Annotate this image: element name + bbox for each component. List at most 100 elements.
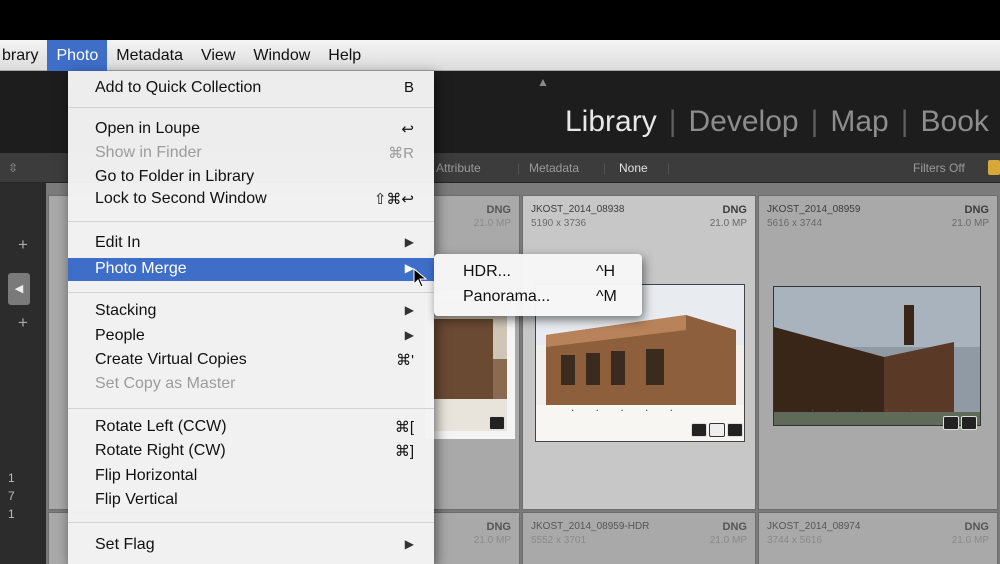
- menu-item-label: Flip Horizontal: [95, 467, 198, 484]
- menu-item-lock-to-second-window[interactable]: Lock to Second Window ⇧⌘↩: [68, 188, 434, 211]
- module-separator: |: [900, 105, 909, 138]
- module-separator: |: [668, 105, 677, 138]
- develop-badge-icon: [691, 423, 707, 437]
- submenu-item-panorama[interactable]: Panorama... ^M: [434, 286, 642, 308]
- count-label: 1: [8, 471, 15, 485]
- menu-divider: [68, 408, 434, 409]
- menu-divider: [68, 522, 434, 523]
- menu-item-label: Set Flag: [95, 536, 155, 553]
- menu-item-label: Add to Quick Collection: [95, 79, 262, 96]
- submenu-arrow-icon: ▶: [404, 328, 414, 342]
- rating-dots[interactable]: . . . . .: [811, 400, 922, 414]
- count-label: 7: [8, 489, 15, 503]
- file-type: DNG: [722, 204, 747, 216]
- menu-divider: [68, 221, 434, 222]
- grid-cell[interactable]: JKOST_2014_08959-HDR DNG 5552 x 3701 21.…: [522, 512, 756, 564]
- file-name: JKOST_2014_08938: [531, 204, 625, 215]
- file-name: JKOST_2014_08974: [767, 521, 861, 532]
- menu-item-label: Set Copy as Master: [95, 375, 236, 392]
- mouse-cursor-icon: [413, 268, 427, 288]
- filter-toggle-icon[interactable]: ⇳: [8, 161, 18, 175]
- menu-item-shortcut: ⇧⌘↩: [373, 191, 414, 208]
- menu-item-open-in-loupe[interactable]: Open in Loupe ↩: [68, 118, 434, 141]
- filter-separator: |: [667, 161, 671, 175]
- menu-item-label: People: [95, 327, 145, 344]
- menu-item-shortcut: ^H: [596, 263, 616, 280]
- menu-item-label: Show in Finder: [95, 144, 202, 161]
- menu-item-label: Flip Vertical: [95, 491, 178, 508]
- grid-cell[interactable]: JKOST_2014_08959 DNG 5616 x 3744 21.0 MP…: [758, 195, 998, 510]
- crop-badge-icon: [727, 423, 743, 437]
- lock-icon[interactable]: [988, 160, 1000, 175]
- file-name: JKOST_2014_08959-HDR: [531, 521, 650, 532]
- rating-dots[interactable]: . . . . .: [571, 400, 682, 414]
- menu-view[interactable]: View: [192, 40, 244, 71]
- menu-item-flip-vertical[interactable]: Flip Vertical: [68, 489, 434, 512]
- menu-item-label: Rotate Left (CCW): [95, 418, 227, 435]
- menu-item-shortcut: ^M: [596, 288, 617, 305]
- menu-item-set-copy-as-master[interactable]: Set Copy as Master: [68, 373, 434, 396]
- photo-merge-submenu: HDR... ^H Panorama... ^M: [434, 254, 642, 316]
- menu-item-label: Stacking: [95, 302, 157, 319]
- menu-item-people[interactable]: People ▶: [68, 325, 434, 348]
- add-plus-icon[interactable]: +: [18, 235, 28, 255]
- module-develop[interactable]: Develop: [689, 105, 799, 138]
- filter-attribute[interactable]: Attribute: [436, 161, 481, 175]
- dimensions: 3744 x 5616: [767, 535, 823, 546]
- menu-item-label: Create Virtual Copies: [95, 351, 247, 368]
- grid-cell-selected[interactable]: JKOST_2014_08938 DNG 5190 x 3736 21.0 MP…: [522, 195, 756, 510]
- menu-help[interactable]: Help: [319, 40, 370, 71]
- menu-divider: [68, 107, 434, 108]
- menu-item-go-to-folder-in-library[interactable]: Go to Folder in Library: [68, 166, 434, 189]
- filters-off-dropdown[interactable]: Filters Off: [913, 161, 965, 175]
- menu-item-rotate-left[interactable]: Rotate Left (CCW) ⌘[: [68, 416, 434, 439]
- metadata-badge-icon: [709, 423, 725, 437]
- menu-item-rotate-right[interactable]: Rotate Right (CW) ⌘]: [68, 440, 434, 463]
- megapixels: 21.0 MP: [951, 218, 989, 229]
- develop-badge-icon: [489, 416, 505, 430]
- menu-item-edit-in[interactable]: Edit In ▶: [68, 232, 434, 255]
- filter-none[interactable]: None: [619, 161, 648, 175]
- filter-metadata[interactable]: Metadata: [529, 161, 579, 175]
- menu-window[interactable]: Window: [244, 40, 319, 71]
- submenu-arrow-icon: ▶: [404, 537, 414, 551]
- menu-library[interactable]: brary: [0, 40, 47, 71]
- module-map[interactable]: Map: [830, 105, 888, 138]
- module-library[interactable]: Library: [565, 105, 657, 138]
- submenu-arrow-icon: ▶: [404, 235, 414, 249]
- module-book[interactable]: Book: [921, 105, 989, 138]
- menu-item-shortcut: ⌘]: [394, 443, 414, 460]
- dimensions: 5552 x 3701: [531, 535, 587, 546]
- develop-badge-icon: [943, 416, 959, 430]
- menu-item-flip-horizontal[interactable]: Flip Horizontal: [68, 465, 434, 488]
- submenu-arrow-icon: ▶: [404, 303, 414, 317]
- menu-item-shortcut: ⌘': [396, 352, 414, 369]
- menu-item-shortcut: ⌘R: [388, 145, 414, 162]
- grid-cell[interactable]: JKOST_2014_08974 DNG 3744 x 5616 21.0 MP: [758, 512, 998, 564]
- menu-item-stacking[interactable]: Stacking ▶: [68, 300, 434, 323]
- panel-tab-icon[interactable]: ◀: [8, 273, 30, 305]
- menu-item-add-to-quick-collection[interactable]: Add to Quick Collection B: [68, 77, 434, 100]
- file-name: JKOST_2014_08959: [767, 204, 861, 215]
- add-plus-icon[interactable]: +: [18, 313, 28, 333]
- menu-item-label: HDR...: [463, 263, 511, 280]
- menu-item-label: Lock to Second Window: [95, 190, 267, 207]
- megapixels: 21.0 MP: [709, 218, 747, 229]
- photo-menu: Add to Quick Collection B Open in Loupe …: [68, 71, 434, 564]
- menu-item-show-in-finder[interactable]: Show in Finder ⌘R: [68, 142, 434, 165]
- dimensions: 5190 x 3736: [531, 218, 587, 229]
- menu-item-photo-merge[interactable]: Photo Merge ▶: [68, 258, 434, 281]
- crop-badge-icon: [961, 416, 977, 430]
- file-type: DNG: [964, 521, 989, 533]
- menu-photo[interactable]: Photo: [47, 39, 108, 71]
- menu-item-create-virtual-copies[interactable]: Create Virtual Copies ⌘': [68, 349, 434, 372]
- filter-separator: |: [603, 161, 607, 175]
- menu-metadata[interactable]: Metadata: [107, 40, 192, 71]
- menu-item-label: Rotate Right (CW): [95, 442, 226, 459]
- file-type: DNG: [486, 521, 511, 533]
- collapse-triangle-icon[interactable]: ▲: [537, 75, 549, 89]
- submenu-item-hdr[interactable]: HDR... ^H: [434, 261, 642, 283]
- menu-item-set-flag[interactable]: Set Flag ▶: [68, 534, 434, 557]
- megapixels: 21.0 MP: [473, 535, 511, 546]
- menubar: brary Photo Metadata View Window Help: [0, 39, 1000, 71]
